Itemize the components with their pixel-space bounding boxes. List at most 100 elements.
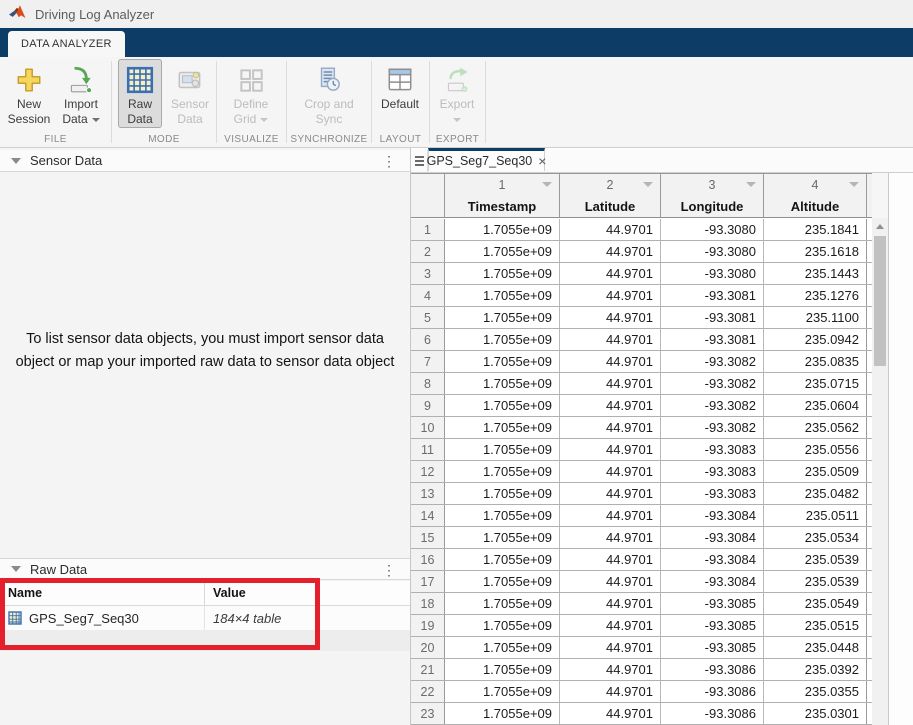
collapse-caret-icon[interactable] — [11, 158, 21, 164]
raw-column-name[interactable]: Name — [0, 581, 205, 605]
grid-cell[interactable]: -93.3086 — [661, 703, 764, 724]
sensor-data-panel-header[interactable]: Sensor Data ⋮ — [0, 150, 410, 172]
grid-cell[interactable]: 44.9701 — [560, 505, 661, 526]
grid-cell[interactable]: 235.0835 — [764, 351, 867, 372]
grid-cell[interactable]: 1.7055e+09 — [445, 263, 560, 284]
column-header-latitude[interactable]: 2Latitude — [560, 174, 661, 217]
import-data-dropdown-icon[interactable] — [92, 118, 100, 122]
row-number[interactable]: 17 — [411, 571, 445, 592]
row-number[interactable]: 6 — [411, 329, 445, 350]
grid-cell[interactable]: 235.0715 — [764, 373, 867, 394]
grid-cell[interactable]: 44.9701 — [560, 637, 661, 658]
grid-cell[interactable]: 235.0448 — [764, 637, 867, 658]
column-header-longitude[interactable]: 3Longitude — [661, 174, 764, 217]
grid-cell[interactable]: 1.7055e+09 — [445, 571, 560, 592]
row-number[interactable]: 7 — [411, 351, 445, 372]
grid-cell[interactable]: 44.9701 — [560, 549, 661, 570]
grid-cell[interactable]: 44.9701 — [560, 659, 661, 680]
grid-cell[interactable]: 44.9701 — [560, 417, 661, 438]
raw-data-panel-header[interactable]: Raw Data ⋮ — [0, 558, 410, 580]
grid-cell[interactable]: 1.7055e+09 — [445, 483, 560, 504]
grid-cell[interactable]: 235.0482 — [764, 483, 867, 504]
table-row[interactable]: 11.7055e+0944.9701-93.3080235.1841 — [411, 219, 878, 241]
grid-cell[interactable]: 235.0549 — [764, 593, 867, 614]
grid-cell[interactable]: 1.7055e+09 — [445, 703, 560, 724]
grid-cell[interactable]: -93.3086 — [661, 659, 764, 680]
table-row[interactable]: 91.7055e+0944.9701-93.3082235.0604 — [411, 395, 878, 417]
raw-column-value[interactable]: Value — [205, 581, 410, 605]
grid-cell[interactable]: 235.0942 — [764, 329, 867, 350]
table-row[interactable]: 111.7055e+0944.9701-93.3083235.0556 — [411, 439, 878, 461]
grid-cell[interactable]: 1.7055e+09 — [445, 351, 560, 372]
grid-cell[interactable]: 44.9701 — [560, 439, 661, 460]
grid-cell[interactable]: 235.0392 — [764, 659, 867, 680]
table-row[interactable]: 61.7055e+0944.9701-93.3081235.0942 — [411, 329, 878, 351]
grid-cell[interactable]: -93.3085 — [661, 637, 764, 658]
grid-cell[interactable]: 44.9701 — [560, 329, 661, 350]
table-row[interactable]: 121.7055e+0944.9701-93.3083235.0509 — [411, 461, 878, 483]
row-number[interactable]: 21 — [411, 659, 445, 680]
grid-cell[interactable]: -93.3083 — [661, 461, 764, 482]
grid-cell[interactable]: 44.9701 — [560, 263, 661, 284]
row-number[interactable]: 11 — [411, 439, 445, 460]
import-data-button[interactable]: Import Data — [55, 59, 107, 128]
raw-data-mode-button[interactable]: Raw Data — [118, 59, 162, 128]
grid-cell[interactable]: 235.0562 — [764, 417, 867, 438]
grid-cell[interactable]: 235.0539 — [764, 571, 867, 592]
grid-cell[interactable]: -93.3082 — [661, 417, 764, 438]
row-number[interactable]: 14 — [411, 505, 445, 526]
row-number[interactable]: 4 — [411, 285, 445, 306]
column-menu-icon[interactable] — [746, 182, 756, 187]
grid-cell[interactable]: 1.7055e+09 — [445, 505, 560, 526]
default-layout-button[interactable]: Default — [375, 59, 425, 113]
row-number[interactable]: 23 — [411, 703, 445, 724]
grid-cell[interactable]: 1.7055e+09 — [445, 659, 560, 680]
grid-cell[interactable]: -93.3084 — [661, 571, 764, 592]
grid-cell[interactable]: 1.7055e+09 — [445, 373, 560, 394]
grid-cell[interactable]: 44.9701 — [560, 593, 661, 614]
row-number[interactable]: 22 — [411, 681, 445, 702]
scroll-up-icon[interactable] — [872, 220, 888, 233]
grid-cell[interactable]: 1.7055e+09 — [445, 439, 560, 460]
table-row[interactable]: 151.7055e+0944.9701-93.3084235.0534 — [411, 527, 878, 549]
row-number[interactable]: 8 — [411, 373, 445, 394]
grid-cell[interactable]: 44.9701 — [560, 285, 661, 306]
grid-cell[interactable]: 235.0556 — [764, 439, 867, 460]
grid-cell[interactable]: -93.3083 — [661, 483, 764, 504]
table-row[interactable]: 131.7055e+0944.9701-93.3083235.0482 — [411, 483, 878, 505]
grid-cell[interactable]: -93.3081 — [661, 307, 764, 328]
grid-cell[interactable]: 44.9701 — [560, 483, 661, 504]
grid-cell[interactable]: 235.1618 — [764, 241, 867, 262]
grid-cell[interactable]: 1.7055e+09 — [445, 417, 560, 438]
grid-cell[interactable]: 1.7055e+09 — [445, 593, 560, 614]
grid-cell[interactable]: -93.3084 — [661, 505, 764, 526]
row-number[interactable]: 20 — [411, 637, 445, 658]
grid-cell[interactable]: 44.9701 — [560, 219, 661, 240]
table-row[interactable]: 211.7055e+0944.9701-93.3086235.0392 — [411, 659, 878, 681]
row-number[interactable]: 18 — [411, 593, 445, 614]
table-row[interactable]: 71.7055e+0944.9701-93.3082235.0835 — [411, 351, 878, 373]
row-number[interactable]: 15 — [411, 527, 445, 548]
collapse-caret-icon[interactable] — [11, 566, 21, 572]
table-row[interactable]: 171.7055e+0944.9701-93.3084235.0539 — [411, 571, 878, 593]
row-number[interactable]: 1 — [411, 219, 445, 240]
grid-cell[interactable]: -93.3082 — [661, 351, 764, 372]
grid-cell[interactable]: 44.9701 — [560, 395, 661, 416]
grid-cell[interactable]: -93.3080 — [661, 241, 764, 262]
grid-cell[interactable]: -93.3082 — [661, 395, 764, 416]
table-row[interactable]: 221.7055e+0944.9701-93.3086235.0355 — [411, 681, 878, 703]
raw-panel-menu-icon[interactable]: ⋮ — [382, 561, 396, 579]
new-session-button[interactable]: New Session — [5, 59, 53, 128]
grid-cell[interactable]: 44.9701 — [560, 461, 661, 482]
grid-cell[interactable]: 1.7055e+09 — [445, 461, 560, 482]
grid-cell[interactable]: 1.7055e+09 — [445, 615, 560, 636]
raw-data-row[interactable]: GPS_Seg7_Seq30184×4 table — [0, 606, 410, 630]
grid-cell[interactable]: 1.7055e+09 — [445, 637, 560, 658]
grid-cell[interactable]: 44.9701 — [560, 681, 661, 702]
grid-cell[interactable]: -93.3085 — [661, 615, 764, 636]
column-menu-icon[interactable] — [849, 182, 859, 187]
grid-cell[interactable]: 44.9701 — [560, 241, 661, 262]
grid-cell[interactable]: 44.9701 — [560, 703, 661, 724]
grid-cell[interactable]: 1.7055e+09 — [445, 329, 560, 350]
table-row[interactable]: 41.7055e+0944.9701-93.3081235.1276 — [411, 285, 878, 307]
